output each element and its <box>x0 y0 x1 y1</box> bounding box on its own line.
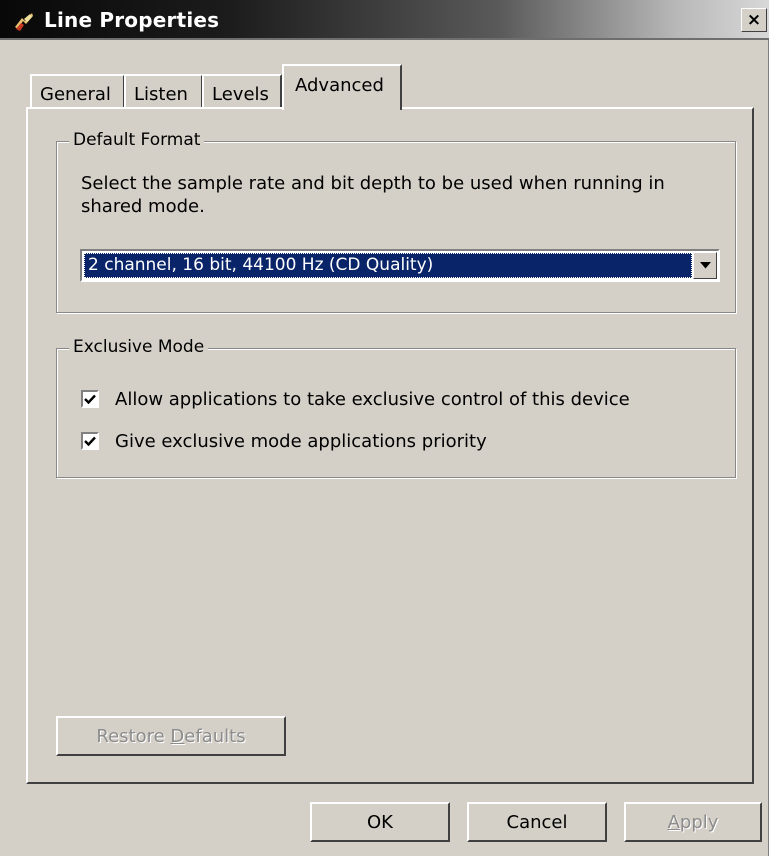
checkmark-icon <box>84 394 96 404</box>
default-format-group: Default Format Select the sample rate an… <box>56 130 736 313</box>
allow-exclusive-control-option[interactable]: Allow applications to take exclusive con… <box>81 387 630 411</box>
tab-general[interactable]: General <box>30 74 125 108</box>
allow-exclusive-control-checkbox[interactable] <box>81 390 99 408</box>
tab-advanced-label: Advanced <box>295 75 384 96</box>
default-format-selected-value: 2 channel, 16 bit, 44100 Hz (CD Quality) <box>84 253 692 278</box>
exclusive-mode-group: Exclusive Mode Allow applications to tak… <box>56 337 736 478</box>
restore-defaults-label: Restore Defaults <box>96 725 246 747</box>
default-format-select[interactable]: 2 channel, 16 bit, 44100 Hz (CD Quality) <box>80 249 720 282</box>
ok-label: OK <box>367 811 393 833</box>
chevron-down-icon <box>699 262 711 269</box>
close-icon: × <box>746 9 762 30</box>
restore-defaults-button[interactable]: Restore Defaults <box>56 716 286 756</box>
exclusive-priority-label: Give exclusive mode applications priorit… <box>115 430 487 452</box>
default-format-description: Select the sample rate and bit depth to … <box>81 173 665 217</box>
tab-levels[interactable]: Levels <box>202 74 282 108</box>
exclusive-mode-legend: Exclusive Mode <box>69 337 209 357</box>
apply-button[interactable]: Apply <box>624 802 762 842</box>
tab-general-label: General <box>40 84 111 105</box>
tab-listen-label: Listen <box>134 84 188 105</box>
allow-exclusive-control-label: Allow applications to take exclusive con… <box>115 388 630 410</box>
line-properties-dialog: Line Properties × General Listen Levels … <box>0 0 769 856</box>
dropdown-arrow-button[interactable] <box>693 252 717 279</box>
tab-listen[interactable]: Listen <box>124 74 203 108</box>
speaker-line-icon <box>15 13 33 31</box>
ok-button[interactable]: OK <box>310 802 450 842</box>
apply-label: Apply <box>667 811 719 833</box>
close-button[interactable]: × <box>741 8 767 32</box>
exclusive-priority-option[interactable]: Give exclusive mode applications priorit… <box>81 429 487 453</box>
cancel-button[interactable]: Cancel <box>467 802 607 842</box>
window-title: Line Properties <box>44 8 220 32</box>
cancel-label: Cancel <box>506 811 568 833</box>
title-bar[interactable]: Line Properties × <box>0 0 769 40</box>
exclusive-priority-checkbox[interactable] <box>81 432 99 450</box>
checkmark-icon <box>84 436 96 446</box>
tab-levels-label: Levels <box>212 84 269 105</box>
tab-advanced[interactable]: Advanced <box>282 64 402 110</box>
default-format-legend: Default Format <box>69 130 205 150</box>
